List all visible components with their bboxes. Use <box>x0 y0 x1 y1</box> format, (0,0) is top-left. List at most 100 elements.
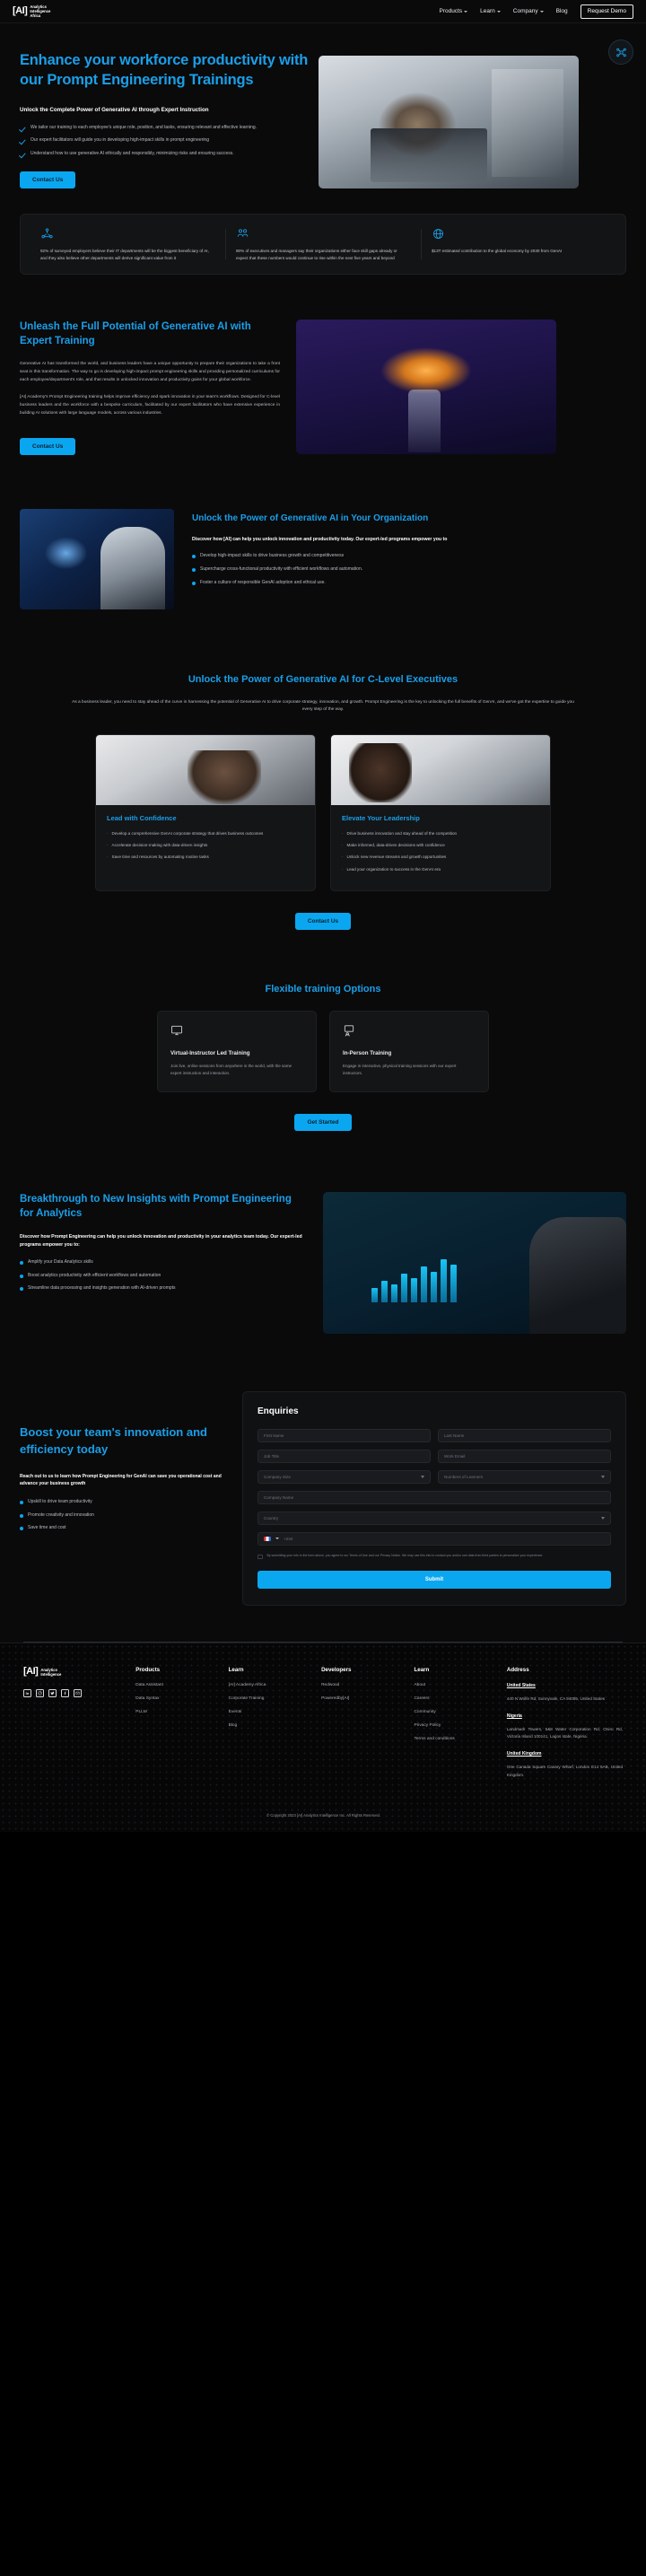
logo-wordmark: Analytics Intelligence <box>40 1667 62 1677</box>
job-title-input[interactable]: Job Title <box>258 1449 431 1463</box>
unleash-paragraph-1: Generative AI has transformed the world,… <box>20 362 280 383</box>
hero-contact-us-button[interactable]: Contact Us <box>20 171 76 188</box>
last-name-input[interactable]: Last Name <box>438 1428 611 1442</box>
footer-column-title: Learn <box>228 1667 244 1674</box>
bullet-dot-icon <box>20 1500 23 1504</box>
breakthrough-bullet: Streamline data processing and insights … <box>20 1285 307 1292</box>
stat-item: 92% of surveyed employers believe their … <box>30 227 225 261</box>
unlock-title: Unlock the Power of Generative AI in You… <box>192 513 429 523</box>
bullet-dot-icon <box>20 1287 23 1292</box>
chart-bars <box>371 1259 458 1303</box>
footer-column-address: Address United States 440 N Wolfe Rd, Su… <box>507 1667 623 1789</box>
footer-link[interactable]: Events <box>229 1710 307 1714</box>
footer-link[interactable]: About <box>414 1683 492 1687</box>
footer-link[interactable]: Terms and conditions <box>414 1737 492 1741</box>
chevron-down-icon <box>496 10 501 13</box>
hero-image <box>319 56 579 188</box>
footer-link[interactable]: Corporate Training <box>229 1696 307 1701</box>
footer-link[interactable]: [AI] Academy Africa <box>229 1683 307 1687</box>
unlock-lead: Discover how [AI] can help you unlock in… <box>192 536 448 542</box>
nav-item-company[interactable]: Company <box>513 8 544 14</box>
form-left-title: Boost your team's innovation and efficie… <box>20 1424 207 1457</box>
footer-link[interactable]: Careers <box>414 1696 492 1701</box>
clevel-card-bullet: · Develop a comprehensive GenAI corporat… <box>107 830 264 836</box>
chevron-down-icon <box>275 1538 279 1540</box>
submit-button[interactable]: Submit <box>258 1571 611 1590</box>
clevel-card-bullet: · Drive business innovation and stay ahe… <box>342 830 458 836</box>
unlock-image <box>20 508 174 609</box>
unleash-section: Unleash the Full Potential of Generative… <box>0 275 646 490</box>
get-started-button[interactable]: Get Started <box>294 1113 352 1131</box>
twitter-icon[interactable] <box>48 1689 57 1698</box>
logo-wordmark: Analytics Intelligence Africa <box>30 4 51 19</box>
consent-checkbox[interactable] <box>258 1554 263 1560</box>
address-text: 440 N Wolfe Rd, Sunnyvale, CA 94085, Uni… <box>506 1696 606 1702</box>
address-text: One Canada Square Canary Wharf, London E… <box>506 1765 623 1777</box>
bullet-dot-icon <box>192 555 196 559</box>
globe-icon <box>432 227 606 241</box>
number-of-learners-select[interactable]: Numbers of Learners <box>438 1469 611 1484</box>
footer-link[interactable]: Data Assistant <box>135 1683 214 1687</box>
unlock-bullet: Supercharge cross-functional productivit… <box>192 566 626 574</box>
nav-item-products[interactable]: Products <box>440 8 468 14</box>
footer-link[interactable]: Data Syntax <box>135 1696 214 1701</box>
hero-subtitle: Unlock the Complete Power of Generative … <box>20 106 209 113</box>
phone-input[interactable]: +234 <box>258 1531 611 1546</box>
consent-row[interactable]: By submitting your info in the form abov… <box>258 1554 611 1560</box>
clevel-card-title: Elevate Your Leadership <box>342 813 420 822</box>
stat-text: 92% of surveyed employers believe their … <box>40 249 209 260</box>
training-option-card[interactable]: Virtual-Instructor Led Training Join liv… <box>157 1011 317 1092</box>
form-left-bullets: Upskill to drive team productivity Promo… <box>20 1499 226 1532</box>
bullet-dot-icon <box>20 1260 23 1265</box>
stat-text: 90% of executives and managers say their… <box>236 249 397 260</box>
footer-column-products: Products Data Assistant Data Syntax PLLM <box>135 1667 214 1789</box>
footer-column-title: Products <box>135 1667 161 1674</box>
dash-icon: · <box>342 843 344 848</box>
monitor-icon <box>170 1024 303 1041</box>
chevron-down-icon <box>539 10 544 13</box>
hero-bullet: Our expert facilitators will guide you i… <box>20 137 310 145</box>
request-demo-button[interactable]: Request Demo <box>580 4 633 19</box>
training-option-card[interactable]: In-Person Training Engage in interactive… <box>329 1011 489 1092</box>
unleash-image <box>296 320 556 455</box>
unleash-title: Unleash the Full Potential of Generative… <box>20 321 251 347</box>
footer-column-company: Learn About Careers Community Privacy Po… <box>414 1667 492 1789</box>
clevel-card: Lead with Confidence · Develop a compreh… <box>95 733 316 892</box>
clevel-contact-us-button[interactable]: Contact Us <box>294 913 352 931</box>
footer-link[interactable]: Redwood <box>321 1683 399 1687</box>
footer-link[interactable]: PLLM <box>135 1710 214 1714</box>
logo-mark: [AI] <box>13 5 28 16</box>
breakthrough-bullet: Amplify your Data Analytics skills <box>20 1259 307 1266</box>
first-name-input[interactable]: First Name <box>258 1428 431 1442</box>
footer-link[interactable]: Poweredby[AI] <box>321 1696 399 1701</box>
linkedin-icon[interactable] <box>23 1689 31 1698</box>
brand-logo[interactable]: [AI] Analytics Intelligence Africa <box>13 4 50 19</box>
unleash-contact-us-button[interactable]: Contact Us <box>20 437 76 455</box>
country-select[interactable]: Country <box>258 1511 611 1525</box>
facebook-icon[interactable] <box>61 1689 69 1698</box>
email-icon[interactable] <box>74 1689 82 1698</box>
footer-logo[interactable]: [AI] Analytics Intelligence <box>23 1667 121 1677</box>
footer-column-developers: Developers Redwood Poweredby[AI] <box>321 1667 399 1789</box>
work-email-input[interactable]: Work Email <box>438 1449 611 1463</box>
nav-item-learn[interactable]: Learn <box>480 8 501 14</box>
instagram-icon[interactable] <box>36 1689 44 1698</box>
footer-column-title: Learn <box>414 1667 430 1674</box>
form-title: Enquiries <box>258 1406 299 1416</box>
nav-item-blog[interactable]: Blog <box>556 8 568 14</box>
footer-link[interactable]: Privacy Policy <box>414 1723 492 1728</box>
flexible-title: Flexible training Options <box>265 984 381 995</box>
clevel-card-bullet: · Unlock new revenue streams and growth … <box>342 854 447 860</box>
bullet-dot-icon <box>20 1274 23 1278</box>
company-name-input[interactable]: Company Name <box>258 1490 611 1504</box>
check-icon <box>20 125 26 131</box>
company-size-select[interactable]: Company Size <box>258 1469 431 1484</box>
stat-text: $13T estimated contribution to the globa… <box>432 249 563 253</box>
footer-link[interactable]: Community <box>414 1710 492 1714</box>
footer-column-learn: Learn [AI] Academy Africa Corporate Trai… <box>229 1667 307 1789</box>
bullet-dot-icon <box>20 1513 23 1518</box>
clevel-card-bullet: · Accelerate decision-making with data-d… <box>107 843 208 848</box>
footer-link[interactable]: Blog <box>229 1723 307 1728</box>
stat-item: $13T estimated contribution to the globa… <box>421 227 616 261</box>
dash-icon: · <box>342 866 344 872</box>
